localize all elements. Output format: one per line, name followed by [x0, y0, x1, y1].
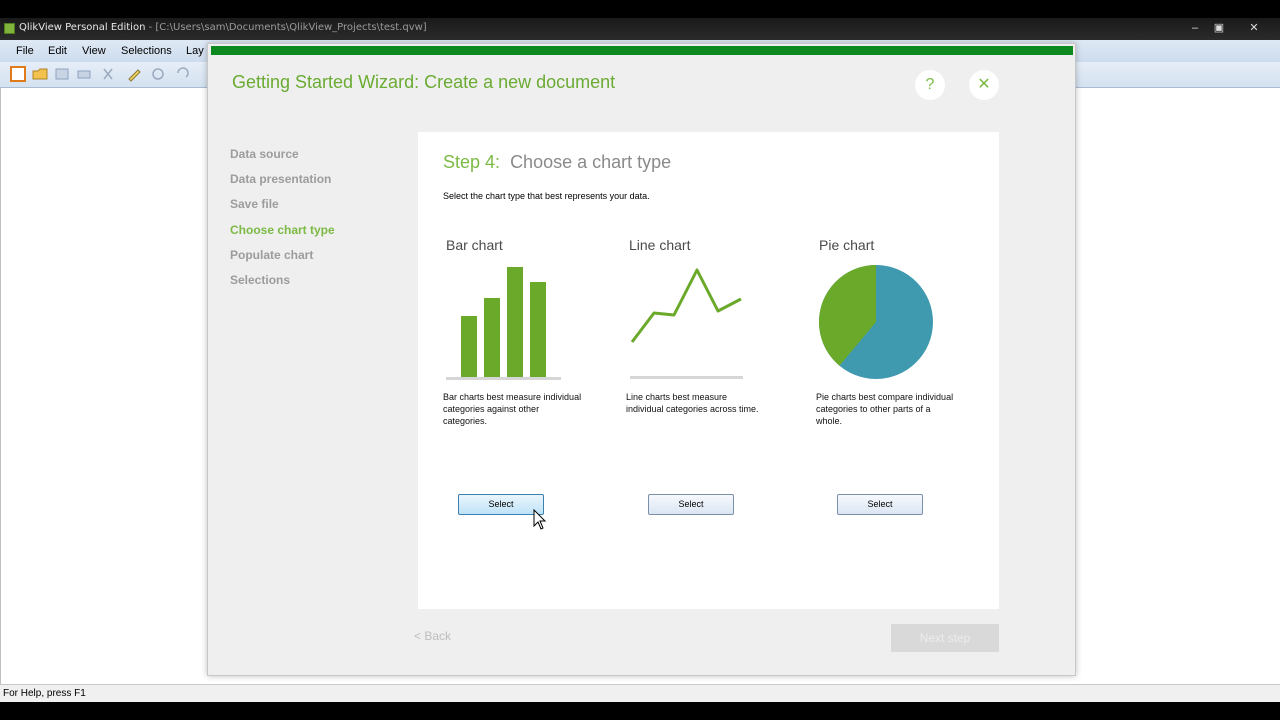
step-choose-chart-type: Choose chart type [230, 223, 335, 237]
undo-icon[interactable] [174, 66, 190, 82]
new-document-icon[interactable] [10, 66, 26, 82]
wizard-content-panel: Step 4: Choose a chart type Select the c… [418, 132, 999, 609]
window-title: QlikView Personal Edition - [C:\Users\sa… [19, 22, 427, 33]
print-icon[interactable] [76, 66, 92, 82]
wizard-title: Getting Started Wizard: Create a new doc… [232, 72, 616, 92]
status-text: For Help, press F1 [3, 688, 86, 699]
cut-icon[interactable] [100, 66, 116, 82]
step-data-presentation: Data presentation [230, 172, 332, 186]
select-bar-chart-button[interactable]: Select [458, 494, 544, 515]
reload-icon[interactable] [150, 66, 166, 82]
minimize-button[interactable]: ‒ [1184, 20, 1206, 37]
screen: QlikView Personal Edition - [C:\Users\sa… [0, 0, 1280, 720]
line-chart-description: Line charts best measure individual cate… [626, 392, 759, 414]
mouse-cursor-icon [533, 509, 547, 530]
help-button[interactable]: ? [915, 70, 945, 100]
line-chart-icon [630, 268, 743, 379]
select-line-chart-button[interactable]: Select [648, 494, 734, 515]
back-button[interactable]: < Back [414, 629, 451, 643]
edit-script-icon[interactable] [126, 66, 142, 82]
window-title-bar: QlikView Personal Edition - [C:\Users\sa… [0, 18, 1280, 40]
close-window-button[interactable]: ✕ [1234, 20, 1274, 37]
step-heading: Step 4: Choose a chart type [443, 152, 671, 173]
menu-file[interactable]: File [16, 45, 34, 57]
step-selections: Selections [230, 273, 291, 287]
bar-chart-title: Bar chart [446, 237, 503, 253]
menu-layout[interactable]: Lay [186, 45, 204, 57]
menu-view[interactable]: View [82, 45, 106, 57]
status-bar: For Help, press F1 [0, 684, 1280, 702]
bar-chart-description: Bar charts best measure individual categ… [443, 392, 582, 426]
step-data-source: Data source [230, 147, 299, 161]
maximize-button[interactable]: ▣ [1208, 20, 1230, 37]
close-wizard-button[interactable]: ✕ [969, 70, 999, 100]
getting-started-wizard: Getting Started Wizard: Create a new doc… [207, 43, 1076, 676]
step-save-file: Save file [230, 197, 279, 211]
next-step-button[interactable]: Next step [891, 624, 999, 652]
wizard-accent-bar [211, 46, 1073, 55]
bar-chart-icon [446, 267, 561, 380]
step-number: Step 4: [443, 152, 501, 172]
step-title: Choose a chart type [510, 152, 672, 172]
menu-selections[interactable]: Selections [121, 45, 172, 57]
open-folder-icon[interactable] [32, 66, 48, 82]
save-icon[interactable] [54, 66, 70, 82]
qlikview-app-icon [4, 23, 15, 34]
select-pie-chart-button[interactable]: Select [837, 494, 923, 515]
menu-edit[interactable]: Edit [48, 45, 67, 57]
step-instruction: Select the chart type that best represen… [443, 191, 650, 201]
pie-chart-description: Pie charts best compare individual categ… [816, 392, 954, 426]
pie-chart-title: Pie chart [819, 237, 875, 253]
step-populate-chart: Populate chart [230, 248, 314, 262]
line-chart-title: Line chart [629, 237, 691, 253]
pie-chart-icon [818, 265, 933, 379]
